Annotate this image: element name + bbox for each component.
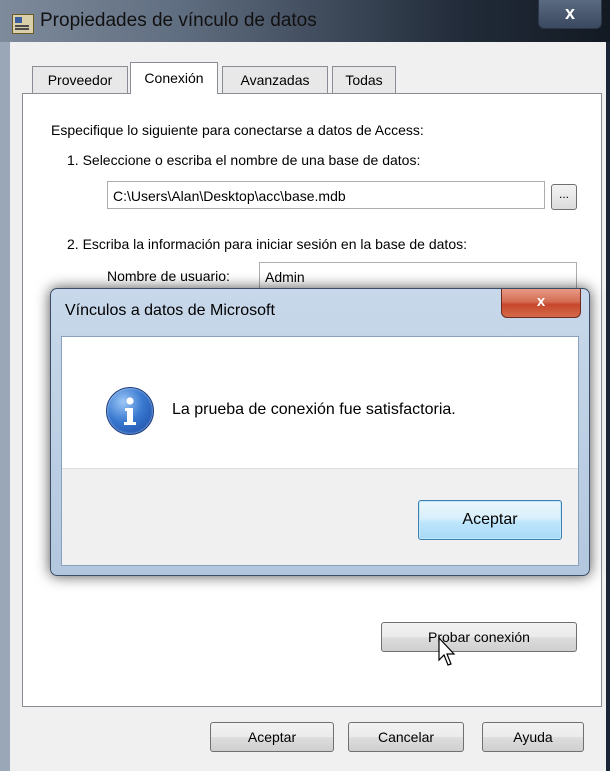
window-right-border <box>606 42 610 771</box>
mouse-pointer-icon <box>438 636 456 666</box>
test-connection-button[interactable]: Probar conexión <box>381 622 577 652</box>
message-close-button[interactable]: x <box>501 289 581 318</box>
cancel-button[interactable]: Cancelar <box>348 722 464 752</box>
help-button[interactable]: Ayuda <box>482 722 584 752</box>
main-close-button[interactable]: x <box>538 0 602 29</box>
data-link-app-icon <box>12 14 34 34</box>
username-input[interactable]: Admin <box>259 262 577 290</box>
info-icon <box>106 387 154 435</box>
message-dialog: Vínculos a datos de Microsoft x La prueb… <box>50 288 590 576</box>
tab-conexion[interactable]: Conexión <box>130 62 218 94</box>
tab-todas[interactable]: Todas <box>332 66 396 93</box>
window-left-border <box>0 42 10 771</box>
intro-text: Especifique lo siguiente para conectarse… <box>51 122 424 138</box>
tab-proveedor[interactable]: Proveedor <box>32 66 128 93</box>
message-text: La prueba de conexión fue satisfactoria. <box>172 401 456 418</box>
browse-button[interactable]: ... <box>551 184 577 210</box>
tab-avanzadas[interactable]: Avanzadas <box>222 66 328 93</box>
main-titlebar[interactable]: Propiedades de vínculo de datos <box>0 0 610 42</box>
step1-label: 1. Seleccione o escriba el nombre de una… <box>67 152 421 168</box>
main-window-title: Propiedades de vínculo de datos <box>40 10 317 31</box>
step2-label: 2. Escriba la información para iniciar s… <box>67 236 467 252</box>
message-ok-button[interactable]: Aceptar <box>418 500 562 540</box>
message-client-area: La prueba de conexión fue satisfactoria.… <box>61 336 579 566</box>
username-label: Nombre de usuario: <box>107 268 230 284</box>
message-dialog-title: Vínculos a datos de Microsoft <box>65 302 275 319</box>
database-path-input[interactable]: C:\Users\Alan\Desktop\acc\base.mdb <box>107 181 545 209</box>
ok-button[interactable]: Aceptar <box>210 722 334 752</box>
